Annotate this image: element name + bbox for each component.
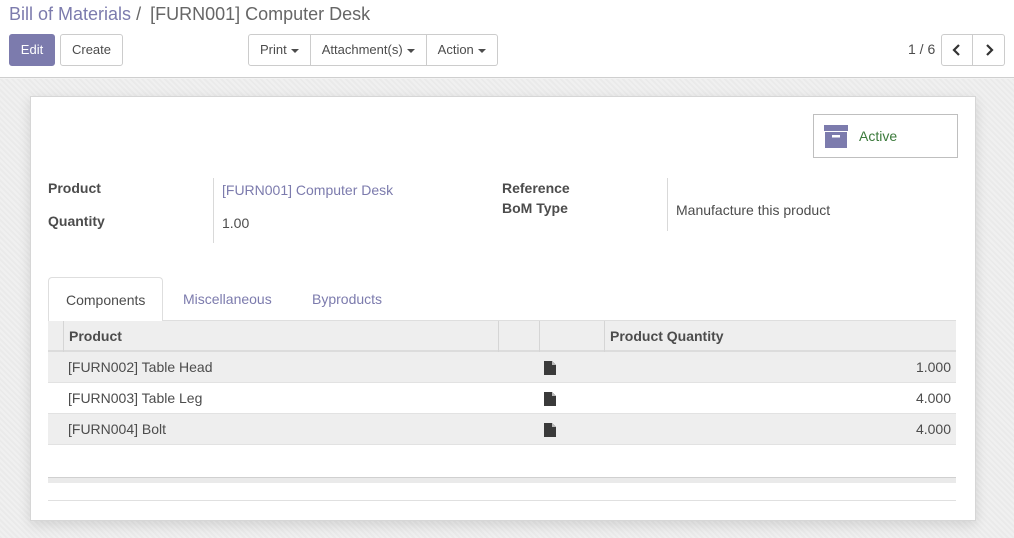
quantity-value: 1.00 (222, 215, 250, 231)
caret-down-icon (477, 48, 486, 53)
reference-label: Reference (502, 180, 570, 196)
table-header: Product Product Quantity (48, 321, 956, 352)
table-footer (48, 477, 956, 483)
tab-miscellaneous[interactable]: Miscellaneous (166, 277, 289, 321)
create-button[interactable]: Create (60, 34, 123, 66)
active-status-label: Active (859, 128, 898, 144)
pager-next-button[interactable] (973, 34, 1005, 66)
table-row[interactable]: [FURN003] Table Leg 4.000 (48, 383, 956, 414)
quantity-label: Quantity (48, 213, 105, 229)
chevron-left-icon (952, 44, 960, 56)
pager-value[interactable]: 1 / 6 (908, 41, 935, 57)
product-label: Product (48, 180, 101, 196)
column-separator (604, 321, 605, 352)
row-quantity: 4.000 (915, 421, 951, 437)
notebook-tabs: Components Miscellaneous Byproducts (48, 277, 956, 322)
pager-previous-button[interactable] (941, 34, 973, 66)
caret-down-icon (290, 48, 299, 53)
tab-byproducts[interactable]: Byproducts (295, 277, 399, 321)
breadcrumb-parent-link[interactable]: Bill of Materials (9, 4, 131, 24)
row-quantity: 4.000 (915, 390, 951, 406)
edit-button[interactable]: Edit (9, 34, 55, 66)
breadcrumb-separator: / (136, 4, 142, 24)
tab-components[interactable]: Components (48, 277, 164, 322)
breadcrumb-current: [FURN001] Computer Desk (150, 4, 371, 24)
print-label: Print (260, 42, 287, 57)
caret-down-icon (406, 48, 415, 53)
bom-type-label: BoM Type (502, 200, 568, 216)
divider (48, 500, 956, 501)
product-value-link[interactable]: [FURN001] Computer Desk (222, 182, 393, 198)
print-dropdown[interactable]: Print (248, 34, 311, 66)
action-label: Action (437, 42, 474, 57)
sidebar-actions: Print Attachment(s) Action (248, 34, 498, 66)
pager-buttons (941, 34, 1005, 66)
breadcrumb: Bill of Materials / [FURN001] Computer D… (9, 4, 370, 25)
row-product: [FURN004] Bolt (68, 421, 167, 437)
row-product: [FURN003] Table Leg (68, 390, 203, 406)
column-header-product-quantity[interactable]: Product Quantity (610, 321, 724, 352)
column-separator (498, 321, 499, 352)
file-icon[interactable] (544, 392, 556, 406)
field-divider (213, 178, 214, 243)
file-icon[interactable] (544, 361, 556, 375)
field-divider (667, 178, 668, 231)
action-dropdown[interactable]: Action (426, 34, 498, 66)
file-icon[interactable] (544, 423, 556, 437)
archive-icon (824, 125, 848, 148)
attachments-dropdown[interactable]: Attachment(s) (310, 34, 427, 66)
components-table: Product Product Quantity [FURN002] Table… (48, 321, 956, 445)
table-row[interactable]: [FURN004] Bolt 4.000 (48, 414, 956, 445)
attachments-label: Attachment(s) (321, 42, 403, 57)
column-separator (539, 321, 540, 352)
active-toggle-button[interactable]: Active (813, 114, 958, 158)
chevron-right-icon (985, 44, 994, 56)
bom-type-value: Manufacture this product (676, 202, 831, 218)
table-row[interactable]: [FURN002] Table Head 1.000 (48, 352, 956, 383)
column-separator (63, 321, 64, 352)
row-product: [FURN002] Table Head (68, 359, 213, 375)
row-quantity: 1.000 (915, 359, 951, 375)
control-panel: Bill of Materials / [FURN001] Computer D… (0, 0, 1014, 78)
column-header-product[interactable]: Product (69, 321, 122, 352)
